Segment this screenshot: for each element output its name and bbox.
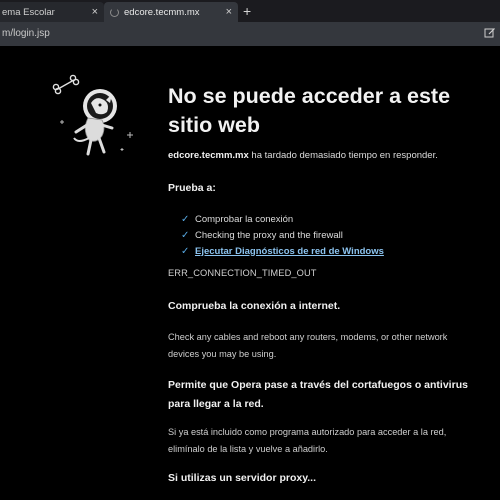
tab-title: edcore.tecmm.mx — [124, 6, 200, 18]
checkmark-icon: ✓ — [181, 213, 190, 225]
list-item: ✓ Comprobar la conexión — [181, 211, 384, 227]
checkmark-icon: ✓ — [181, 245, 190, 257]
section-heading-firewall: Permite que Opera pase a través del cort… — [168, 379, 468, 410]
tab-edcore[interactable]: edcore.tecmm.mx × — [104, 2, 238, 22]
error-description: edcore.tecmm.mx ha tardado demasiado tie… — [168, 150, 438, 161]
suggestion-text: Comprobar la conexión — [195, 213, 294, 225]
error-description-text: ha tardado demasiado tiempo en responder… — [248, 150, 438, 161]
loading-spinner-icon — [110, 7, 119, 17]
section-text-firewall: Si ya está incluido como programa autori… — [168, 427, 447, 454]
space-dog-icon — [52, 74, 133, 156]
list-item: ✓ Checking the proxy and the firewall — [181, 227, 384, 243]
page-title: No se puede acceder a este sitio web — [168, 84, 451, 137]
checkmark-icon: ✓ — [181, 229, 190, 241]
url-field[interactable]: m/login.jsp — [2, 28, 50, 39]
try-heading: Prueba a: — [168, 182, 216, 194]
tab-strip: ema Escolar × edcore.tecmm.mx × + — [0, 0, 500, 22]
address-bar: m/login.jsp — [0, 22, 500, 46]
windows-diagnostics-link[interactable]: Ejecutar Diagnósticos de red de Windows — [195, 246, 384, 257]
section-heading-proxy: Si utilizas un servidor proxy... — [168, 472, 317, 484]
error-main: No se puede acceder a este sitio web — [168, 82, 468, 140]
section-text-internet: Check any cables and reboot any routers,… — [168, 332, 448, 359]
tab-title: ema Escolar — [2, 6, 55, 18]
suggestion-text: Checking the proxy and the firewall — [195, 229, 343, 241]
close-tab-icon[interactable]: × — [92, 5, 98, 19]
close-tab-icon[interactable]: × — [226, 5, 232, 19]
host-name: edcore.tecmm.mx — [168, 150, 249, 161]
error-code: ERR_CONNECTION_TIMED_OUT — [168, 268, 317, 278]
suggestions-list: ✓ Comprobar la conexión ✓ Checking the p… — [181, 211, 384, 259]
tab-sistema-escolar[interactable]: ema Escolar × — [0, 2, 104, 22]
edit-icon[interactable] — [484, 27, 496, 39]
section-heading-internet: Comprueba la conexión a internet. — [168, 300, 341, 312]
list-item: ✓ Ejecutar Diagnósticos de red de Window… — [181, 243, 384, 259]
new-tab-button[interactable]: + — [243, 3, 251, 19]
